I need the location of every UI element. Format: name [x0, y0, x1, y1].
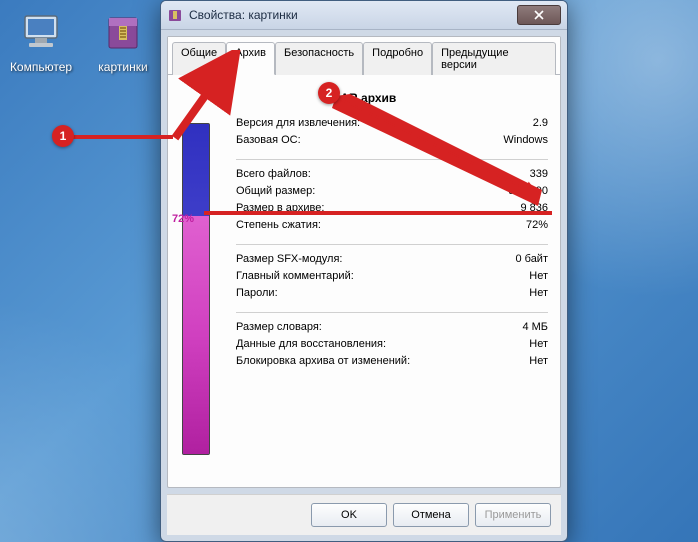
archive-title-icon: [167, 7, 183, 23]
prop-dict-label: Размер словаря:: [236, 319, 522, 336]
close-icon: [534, 10, 544, 20]
prop-sfx-label: Размер SFX-модуля:: [236, 251, 515, 268]
tab-security[interactable]: Безопасность: [275, 42, 363, 75]
properties-dialog: Свойства: картинки Общие Архив Безопасно…: [160, 0, 568, 542]
annotation-line-1: [63, 135, 173, 139]
tab-content-archive: RAR архив 72% Версия для извлечения: 2.9…: [168, 75, 560, 487]
prop-version-label: Версия для извлечения:: [236, 115, 533, 132]
dialog-button-row: OK Отмена Применить: [167, 494, 561, 535]
prop-total-files-value: 339: [530, 166, 548, 183]
desktop-icon-label: Компьютер: [4, 60, 78, 74]
tab-previous-versions[interactable]: Предыдущие версии: [432, 42, 556, 75]
prop-total-size-value: 914 490: [508, 183, 548, 200]
prop-recovery-label: Данные для восстановления:: [236, 336, 529, 353]
prop-archive-size-label: Размер в архиве:: [236, 200, 520, 217]
prop-version-value: 2.9: [533, 115, 548, 132]
titlebar[interactable]: Свойства: картинки: [161, 1, 567, 30]
prop-os-label: Базовая ОС:: [236, 132, 503, 149]
prop-ratio-label: Степень сжатия:: [236, 217, 526, 234]
prop-total-size-label: Общий размер:: [236, 183, 508, 200]
compression-bar: [182, 123, 210, 455]
close-button[interactable]: [517, 5, 561, 25]
desktop-icon-label: картинки: [86, 60, 160, 74]
prop-os-value: Windows: [503, 132, 548, 149]
compression-bar-fill: [183, 216, 209, 454]
prop-comment-label: Главный комментарий:: [236, 268, 529, 285]
prop-lock-label: Блокировка архива от изменений:: [236, 353, 529, 370]
tab-details[interactable]: Подробно: [363, 42, 432, 75]
prop-archive-size-value: 9 836: [520, 200, 548, 217]
archive-type-heading: RAR архив: [180, 91, 548, 105]
desktop-icon-computer[interactable]: Компьютер: [4, 8, 78, 74]
prop-dict-value: 4 МБ: [522, 319, 548, 336]
prop-sfx-value: 0 байт: [515, 251, 548, 268]
prop-passwords-label: Пароли:: [236, 285, 529, 302]
compression-bar-label: 72%: [172, 213, 194, 225]
desktop-icon-archive[interactable]: картинки: [86, 8, 160, 74]
prop-ratio-value: 72%: [526, 217, 548, 234]
computer-icon: [17, 8, 65, 56]
prop-passwords-value: Нет: [529, 285, 548, 302]
ok-button[interactable]: OK: [311, 503, 387, 527]
dialog-title: Свойства: картинки: [189, 8, 517, 22]
tab-strip: Общие Архив Безопасность Подробно Предыд…: [168, 37, 560, 75]
archive-icon: [99, 8, 147, 56]
prop-total-files-label: Всего файлов:: [236, 166, 530, 183]
prop-recovery-value: Нет: [529, 336, 548, 353]
prop-lock-value: Нет: [529, 353, 548, 370]
tab-general[interactable]: Общие: [172, 42, 226, 75]
prop-comment-value: Нет: [529, 268, 548, 285]
annotation-badge-1: 1: [52, 125, 74, 147]
tab-archive[interactable]: Архив: [226, 42, 275, 75]
cancel-button[interactable]: Отмена: [393, 503, 469, 527]
apply-button[interactable]: Применить: [475, 503, 551, 527]
